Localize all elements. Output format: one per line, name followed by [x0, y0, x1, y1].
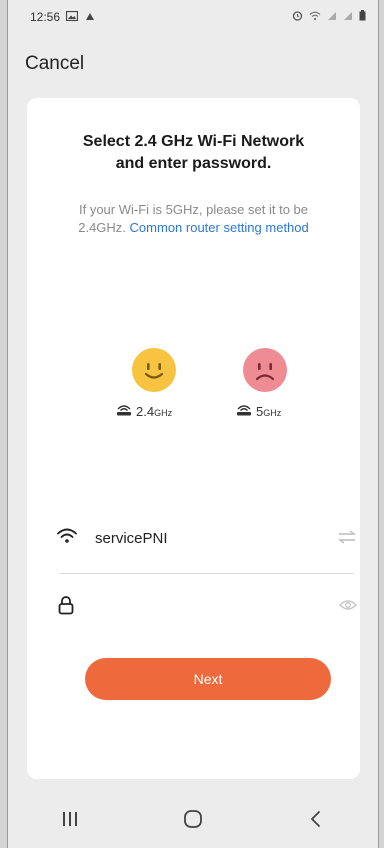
status-time: 12:56 [30, 10, 61, 24]
switch-network-icon[interactable] [337, 529, 357, 550]
eye-icon[interactable] [339, 598, 357, 617]
page-title: Select 2.4 GHz Wi-Fi Network and enter p… [27, 131, 360, 175]
band-2-4-value: 2.4 [136, 403, 155, 419]
lock-icon [57, 595, 75, 620]
phone-screen: 12:56 Cancel Select 2.4 GHz Wi-Fi Networ… [7, 0, 379, 848]
status-bar: 12:56 [8, 0, 378, 34]
field-divider [59, 573, 354, 574]
back-icon[interactable] [286, 810, 346, 828]
router-icon [116, 403, 132, 419]
password-field[interactable] [57, 587, 357, 627]
status-right [292, 10, 366, 24]
gallery-icon [65, 10, 79, 24]
wifi-setup-card: Select 2.4 GHz Wi-Fi Network and enter p… [27, 98, 360, 779]
wifi-network-name: servicePNI [95, 529, 168, 547]
band-2-4ghz-label: 2.4GHz [116, 403, 172, 419]
status-left: 12:56 [30, 10, 96, 24]
band-2-4-unit: GHz [154, 407, 173, 418]
recent-apps-icon[interactable] [40, 811, 100, 827]
signal-icon [327, 10, 337, 24]
router-icon [236, 403, 252, 419]
home-icon[interactable] [163, 809, 223, 829]
wifi-network-field[interactable]: servicePNI [57, 518, 357, 558]
wifi-icon [57, 528, 77, 549]
alarm-icon [292, 10, 303, 24]
battery-icon [359, 10, 366, 24]
cloud-icon [84, 10, 96, 24]
system-nav-bar [8, 790, 378, 848]
wifi-icon [309, 10, 321, 24]
sad-face-icon [243, 348, 287, 392]
smiley-face-icon [132, 348, 176, 392]
subtitle: If your Wi-Fi is 5GHz, please set it to … [67, 201, 320, 237]
band-5ghz-label: 5GHz [236, 403, 281, 419]
band-5-unit: GHz [263, 407, 282, 418]
cancel-button[interactable]: Cancel [25, 53, 84, 75]
title-line-2: and enter password. [115, 155, 272, 172]
signal-icon [343, 10, 353, 24]
title-line-1: Select 2.4 GHz Wi-Fi Network [82, 133, 305, 150]
router-setting-link[interactable]: Common router setting method [130, 220, 309, 235]
next-button[interactable]: Next [85, 658, 331, 700]
